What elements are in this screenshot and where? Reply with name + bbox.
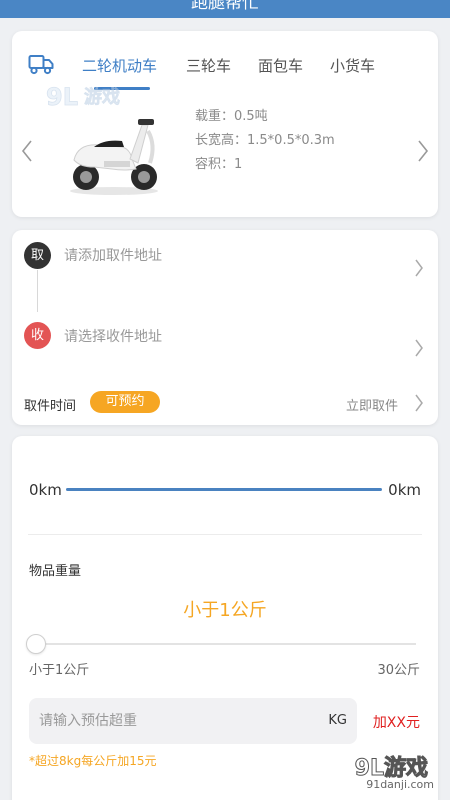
- distance-line: [66, 488, 382, 491]
- distance-weight-card: 0km 0km 物品重量 小于1公斤 小于1公斤 30公斤 KG 加XX元 *超…: [12, 436, 438, 800]
- weight-title: 物品重量: [29, 564, 82, 579]
- tab-small-truck[interactable]: 小货车: [330, 55, 375, 76]
- prev-arrow-icon[interactable]: [20, 139, 34, 163]
- weight-value: 小于1公斤: [183, 600, 267, 621]
- pickup-time-label: 取件时间: [24, 399, 77, 414]
- watermark-corner-logo: 9L游戏 91danji.com: [338, 750, 440, 792]
- tab-two-wheeler[interactable]: 二轮机动车: [82, 55, 157, 76]
- page-title: 跑腿帮忙: [191, 0, 259, 13]
- top-bar: 跑腿帮忙: [0, 0, 450, 18]
- tab-tricycle[interactable]: 三轮车: [186, 55, 231, 76]
- spec-dimensions: 长宽高：1.5*0.5*0.3m: [195, 133, 335, 148]
- overweight-note: *超过8kg每公斤加15元: [29, 754, 157, 768]
- spec-load: 载重：0.5吨: [195, 109, 268, 124]
- tab-van[interactable]: 面包车: [258, 55, 303, 76]
- next-arrow-icon[interactable]: [416, 139, 430, 163]
- reserve-button[interactable]: 可预约: [90, 391, 160, 413]
- weight-slider-thumb[interactable]: [26, 634, 46, 654]
- weight-min-label: 小于1公斤: [29, 663, 90, 678]
- overweight-input[interactable]: [39, 698, 309, 744]
- scooter-image: [70, 119, 158, 195]
- pickup-time-chevron-icon[interactable]: [414, 394, 424, 412]
- spec-volume: 容积：1: [195, 157, 243, 172]
- kg-unit: KG: [328, 713, 347, 728]
- watermark-site: 91danji.com: [366, 778, 434, 791]
- receive-address-field[interactable]: 请选择收件地址: [64, 326, 162, 346]
- address-connector: [37, 270, 38, 312]
- divider: [28, 534, 422, 535]
- address-card: 取 请添加取件地址 收 请选择收件地址 取件时间 可预约 立即取件: [12, 230, 438, 425]
- immediate-pickup-option[interactable]: 立即取件: [346, 395, 398, 414]
- pickup-badge: 取: [24, 242, 51, 269]
- distance-start: 0km: [29, 481, 62, 499]
- weight-max-label: 30公斤: [377, 663, 420, 678]
- pickup-address-field[interactable]: 请添加取件地址: [64, 245, 162, 265]
- extra-fee: 加XX元: [372, 715, 420, 731]
- weight-slider-track[interactable]: [36, 643, 416, 645]
- distance-end: 0km: [388, 481, 421, 499]
- pickup-chevron-icon[interactable]: [414, 259, 424, 277]
- receive-badge: 收: [24, 322, 51, 349]
- overweight-field: KG: [29, 698, 357, 744]
- truck-icon: [28, 55, 54, 75]
- receive-chevron-icon[interactable]: [414, 339, 424, 357]
- vehicle-card: 二轮机动车 三轮车 面包车 小货车 9L 游戏 载重：0.5吨 长宽高：1.5*…: [12, 31, 438, 217]
